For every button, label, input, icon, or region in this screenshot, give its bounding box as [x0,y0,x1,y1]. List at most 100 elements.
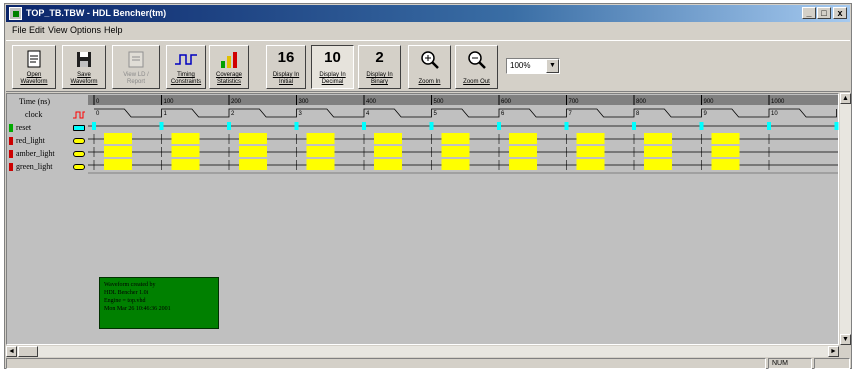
tooltip-line: Engine = top.vhd [104,298,146,304]
edge-marker [159,122,164,130]
highlighted-value-block [644,159,672,170]
timing-constraints-button[interactable]: Timing Constraints [166,45,206,89]
highlighted-value-block [239,133,267,144]
menu-file[interactable]: File [12,25,27,35]
signal-row-red-light[interactable]: red_light [9,135,87,147]
scroll-left-icon[interactable]: ◄ [6,346,17,357]
clock-value-label: 3 [299,111,303,117]
output-port-icon [73,151,85,157]
zoom-out-label: Zoom Out [463,79,490,85]
clock-waveform [94,108,837,118]
highlighted-value-block [104,133,132,144]
timing-wave-icon [175,54,197,65]
display-initial-number: 16 [277,49,295,66]
coverage-statistics-button[interactable]: Coverage Statistics [209,45,249,89]
app-icon [9,7,22,20]
tooltip-line: Mon Mar 26 10:46:36 2001 [104,306,171,312]
signal-name-red-light: red_light [16,136,45,145]
vertical-scrollbar[interactable]: ▲ ▼ [840,93,851,345]
zoom-level-select[interactable]: 100% ▼ [506,58,560,74]
time-tick-label: 900 [704,99,715,105]
time-tick-label: 500 [434,99,445,105]
signal-row-green-light[interactable]: green_light [9,161,87,173]
toolbar: Open Waveform Save Waveform View LD / Re… [6,40,850,92]
output-marker [9,137,13,145]
highlighted-value-block [644,146,672,157]
signal-row-amber-light[interactable]: amber_light [9,148,87,160]
highlighted-value-block [374,146,402,157]
edge-marker [92,122,96,130]
status-num-lock: NUM [768,358,812,369]
zoom-in-button[interactable]: Zoom In [408,45,451,89]
tooltip-line: HDL Bencher 1.0i [104,290,149,296]
zoom-out-button[interactable]: Zoom Out [455,45,498,89]
signal-name-amber-light: amber_light [16,149,55,158]
zoom-in-icon [420,51,439,69]
menu-options[interactable]: Options [70,25,101,35]
display-decimal-number: 10 [324,49,341,66]
display-binary-number: 2 [375,49,384,66]
menu-bar: File Edit View Options Help [6,23,850,38]
report-icon [128,51,144,68]
clock-value-label: 10 [771,111,778,117]
signal-row-reset[interactable]: reset [9,122,87,134]
clock-value-label: 5 [434,111,438,117]
menu-help[interactable]: Help [104,25,123,35]
highlighted-value-block [171,146,200,157]
highlighted-value-block [374,133,402,144]
clock-icon [73,111,85,119]
highlighted-value-block [171,133,200,144]
close-button[interactable]: x [833,7,847,19]
bar-chart-icon [221,52,237,68]
highlighted-value-block [711,146,740,157]
horizontal-scrollbar[interactable]: ◄ ► [6,346,839,357]
highlighted-value-block [441,133,470,144]
waveform-view[interactable]: Time (ns) clock reset red_light amber_li… [6,93,839,345]
time-tick-label: 200 [231,99,242,105]
window-title: TOP_TB.TBW - HDL Bencher(tm) [26,8,167,18]
highlighted-value-block [644,133,672,144]
clock-value-label: 4 [366,111,370,117]
highlighted-value-block [509,133,537,144]
open-waveform-button[interactable]: Open Waveform [12,45,56,89]
highlighted-value-block [104,159,132,170]
highlighted-value-block [239,159,267,170]
clock-value-label: 0 [96,111,100,117]
display-binary-button[interactable]: 2 Display In Binary [358,45,401,89]
menu-edit[interactable]: Edit [29,25,45,35]
scroll-thumb[interactable] [18,346,38,357]
edge-marker [767,122,771,130]
scroll-down-icon[interactable]: ▼ [840,334,851,345]
scroll-up-icon[interactable]: ▲ [840,93,851,104]
time-tick-label: 100 [164,99,175,105]
time-ruler [88,95,838,105]
chevron-down-icon[interactable]: ▼ [546,59,559,73]
minimize-button[interactable]: _ [802,7,816,19]
tooltip-line: Waveform created by [104,282,156,288]
highlighted-value-block [306,159,335,170]
signal-name-green-light: green_light [16,162,53,171]
title-bar[interactable]: TOP_TB.TBW - HDL Bencher(tm) _ □ x [6,5,850,22]
scroll-right-icon[interactable]: ► [828,346,839,357]
highlighted-value-block [509,146,537,157]
edge-marker [699,122,704,130]
edge-marker [632,122,636,130]
display-initial-button[interactable]: 16 Display In Initial [266,45,306,89]
time-tick-label: 400 [366,99,377,105]
maximize-button[interactable]: □ [817,7,831,19]
save-waveform-button[interactable]: Save Waveform [62,45,106,89]
signal-row-clock[interactable]: clock [9,109,87,121]
time-tick-label: 700 [569,99,580,105]
time-tick-label: 300 [299,99,310,105]
highlighted-value-block [239,146,267,157]
menu-view[interactable]: View [48,25,67,35]
edge-marker [294,122,299,130]
output-port-icon [73,138,85,144]
view-ld-button[interactable]: View LD / Report [112,45,160,89]
zoom-in-label: Zoom In [418,79,441,85]
display-decimal-button[interactable]: 10 Display In Decimal [311,45,354,89]
info-tooltip: Waveform created by HDL Bencher 1.0i Eng… [99,277,219,329]
edge-marker [497,122,501,130]
signal-name-clock: clock [25,110,43,119]
status-panel-extra [814,358,850,369]
